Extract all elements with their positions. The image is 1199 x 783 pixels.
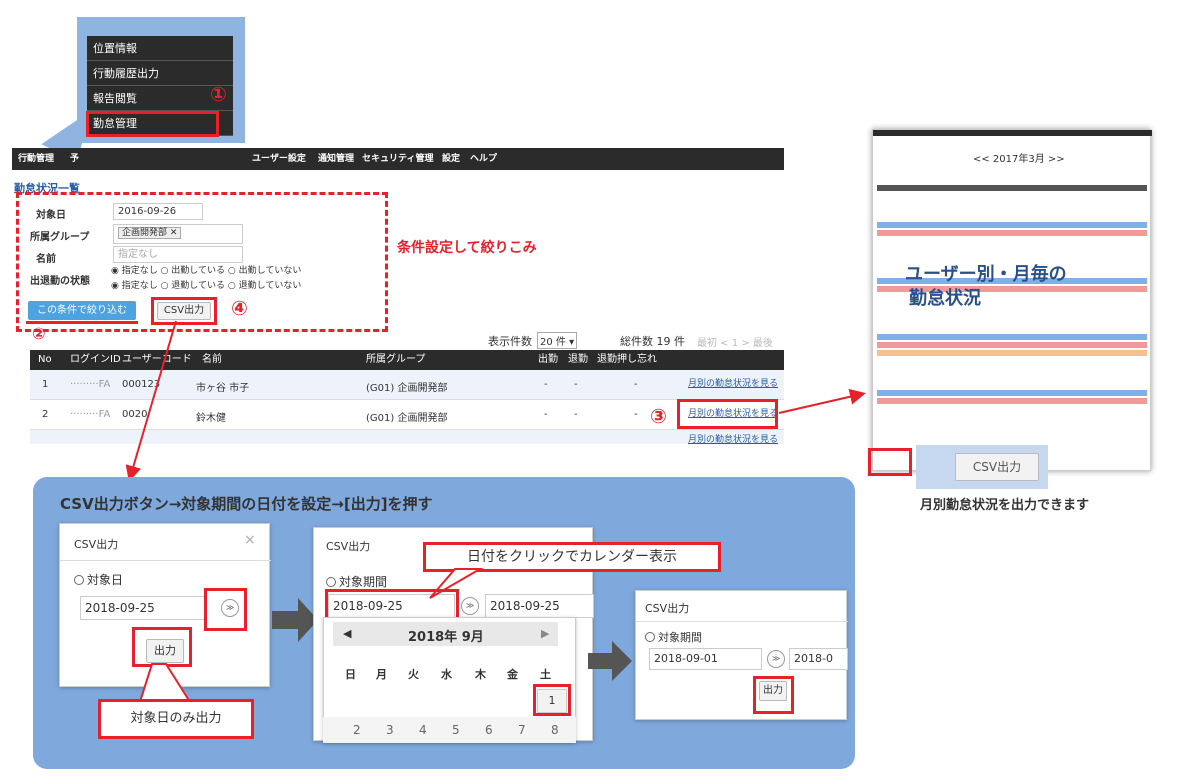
dialog-title: CSV出力 (645, 602, 690, 615)
step-arrow-2 (588, 641, 632, 681)
weekday-sun: 日 (345, 668, 356, 681)
calendar-day[interactable]: 4 (419, 723, 427, 737)
weekday-wed: 水 (441, 668, 452, 681)
go-icon[interactable]: ≫ (767, 650, 785, 668)
divider (636, 621, 848, 622)
weekday-mon: 月 (376, 668, 387, 681)
date-to-input[interactable]: 2018-0 (789, 648, 848, 670)
calendar-week-row: 2 3 4 5 6 7 8 (323, 717, 576, 743)
weekday-sat: 土 (540, 668, 551, 681)
highlight-export-filled (753, 676, 794, 714)
calendar-day[interactable]: 7 (518, 723, 526, 737)
weekday-thu: 木 (475, 668, 486, 681)
calendar-month: 2018年 9月 (408, 630, 484, 645)
label-text: 対象期間 (658, 631, 702, 644)
calendar-day[interactable]: 8 (551, 723, 559, 737)
range-field-label: 対象期間 (645, 629, 702, 645)
next-month-icon[interactable]: ▶ (541, 627, 549, 640)
csv-dialog-range-filled: CSV出力 対象期間 2018-09-01 ≫ 2018-0 出力 (635, 590, 848, 720)
calendar-header: ◀ 2018年 9月 ▶ (333, 622, 558, 646)
calendar-day[interactable]: 5 (452, 723, 460, 737)
highlight-day-1 (533, 684, 571, 716)
calendar-day[interactable]: 2 (353, 723, 361, 737)
prev-month-icon[interactable]: ◀ (343, 627, 351, 640)
clock-icon (645, 632, 655, 642)
weekday-tue: 火 (408, 668, 419, 681)
calendar-day[interactable]: 3 (386, 723, 394, 737)
calendar-day[interactable]: 6 (485, 723, 493, 737)
weekday-fri: 金 (507, 668, 518, 681)
date-from-input[interactable]: 2018-09-01 (649, 648, 762, 670)
